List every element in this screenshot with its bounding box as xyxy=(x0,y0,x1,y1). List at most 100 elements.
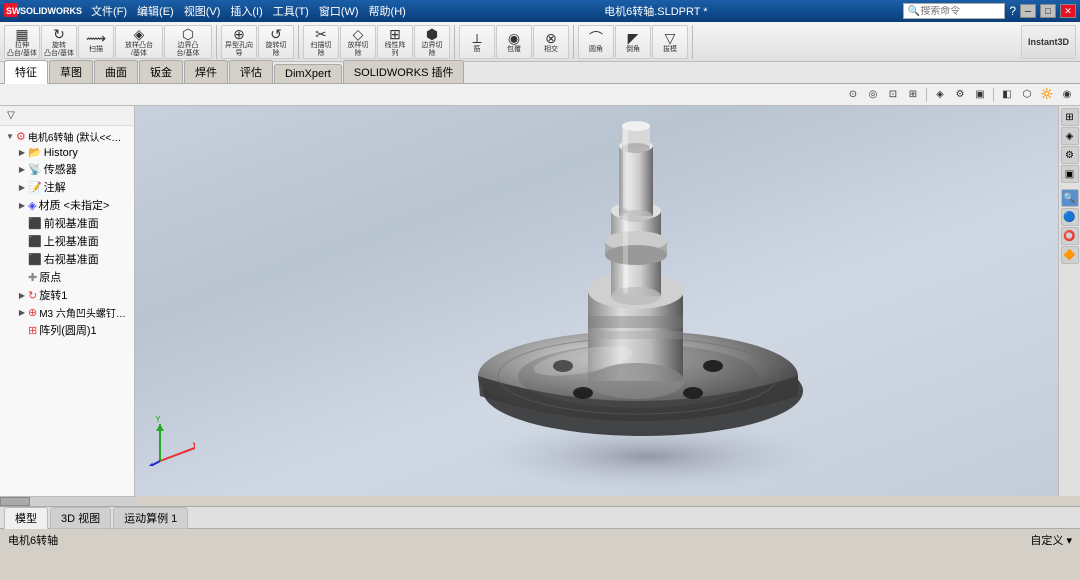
wrap-button[interactable]: ◉ 包覆 xyxy=(496,25,532,59)
btab-3dview[interactable]: 3D 视图 xyxy=(50,507,111,529)
loft-boss-button[interactable]: ◈ 放样凸台 /基体 xyxy=(115,25,163,59)
tree-filter-icon[interactable]: ▽ xyxy=(2,108,20,124)
fillet-button[interactable]: ⌒ 圆角 xyxy=(578,25,614,59)
tree-hole-item[interactable]: ▶ ⊕ M3 六角凹头螺钉的柱形孔... xyxy=(12,304,134,321)
tree-history-item[interactable]: ▶ 📂 History xyxy=(12,145,134,160)
bottom-tabs: 模型 3D 视图 运动算例 1 xyxy=(0,506,1080,528)
menu-edit[interactable]: 编辑(E) xyxy=(134,3,177,19)
view-btn-8[interactable]: ◧ xyxy=(998,86,1016,104)
tree-revolve1-item[interactable]: ▶ ↻ 旋转1 xyxy=(12,286,134,304)
tree-root-item[interactable]: ▼ ⚙ 电机6转轴 (默认<<默认>显示状态-1>) xyxy=(0,128,134,145)
sweep-button[interactable]: ⟿ 扫描 xyxy=(78,25,114,59)
tab-weldment[interactable]: 焊件 xyxy=(184,60,228,83)
tree-front-plane-item[interactable]: ⬛ 前视基准面 xyxy=(12,214,134,232)
tab-dimxpert[interactable]: DimXpert xyxy=(274,64,342,83)
intersect-button[interactable]: ⊗ 相交 xyxy=(533,25,569,59)
intersect-icon: ⊗ xyxy=(545,31,557,45)
menu-file[interactable]: 文件(F) xyxy=(88,3,130,19)
rt-btn-5[interactable]: 🔍 xyxy=(1061,189,1079,207)
extrude-boss-button[interactable]: ▦ 拉伸 凸台/基体 xyxy=(4,25,40,59)
rt-btn-7[interactable]: ⭕ xyxy=(1061,227,1079,245)
status-left: 电机6转轴 xyxy=(8,532,58,548)
scrollbar-thumb[interactable] xyxy=(0,497,30,506)
horizontal-scrollbar[interactable] xyxy=(0,496,135,506)
view-btn-7[interactable]: ▣ xyxy=(971,86,989,104)
top-plane-expander xyxy=(16,235,28,247)
draft-button[interactable]: ▽ 拔模 xyxy=(652,25,688,59)
rib-button[interactable]: ⟂ 筋 xyxy=(459,25,495,59)
material-expander: ▶ xyxy=(16,199,28,211)
instant3d-button[interactable]: Instant3D xyxy=(1021,25,1076,59)
rt-btn-8[interactable]: 🔶 xyxy=(1061,246,1079,264)
chamfer-button[interactable]: ◤ 倒角 xyxy=(615,25,651,59)
origin-expander xyxy=(16,271,28,283)
tree-right-plane-item[interactable]: ⬛ 右视基准面 xyxy=(12,250,134,268)
coordinate-axes: X Y Z xyxy=(145,416,195,466)
menu-window[interactable]: 窗口(W) xyxy=(316,3,362,19)
svg-text:SW: SW xyxy=(6,6,21,16)
hole-wizard-button[interactable]: ⊕ 异型孔向 导 xyxy=(221,25,257,59)
rt-btn-3[interactable]: ⚙ xyxy=(1061,146,1079,164)
tree-annotation-item[interactable]: ▶ 📝 注解 xyxy=(12,178,134,196)
3d-viewport[interactable]: X Y Z xyxy=(135,106,1058,496)
wrap-icon: ◉ xyxy=(508,31,520,45)
tab-features[interactable]: 特征 xyxy=(4,60,48,84)
view-btn-3[interactable]: ⊡ xyxy=(884,86,902,104)
tree-toolbar: ▽ xyxy=(0,106,134,126)
btab-model[interactable]: 模型 xyxy=(4,507,48,529)
maximize-button[interactable]: □ xyxy=(1040,4,1056,18)
root-icon: ⚙ xyxy=(16,130,26,143)
minimize-button[interactable]: ─ xyxy=(1020,4,1036,18)
rt-btn-2[interactable]: ◈ xyxy=(1061,127,1079,145)
tab-evaluate[interactable]: 评估 xyxy=(229,60,273,83)
view-sep-2 xyxy=(993,88,994,102)
revolve-cut-button[interactable]: ↺ 旋转切 除 xyxy=(258,25,294,59)
tab-sheet-metal[interactable]: 钣金 xyxy=(139,60,183,83)
tab-sketch[interactable]: 草图 xyxy=(49,60,93,83)
annotation-icon: 📝 xyxy=(28,181,42,194)
help-icon[interactable]: ? xyxy=(1009,4,1016,18)
boundary-boss-button[interactable]: ⬡ 边界凸 台/基体 xyxy=(164,25,212,59)
right-toolbar: ⊞ ◈ ⚙ ▣ 🔍 🔵 ⭕ 🔶 xyxy=(1058,106,1080,496)
status-right: 自定义 ▾ xyxy=(1030,532,1072,548)
tab-surface[interactable]: 曲面 xyxy=(94,60,138,83)
sweep-cut-button[interactable]: ✂ 扫描切 除 xyxy=(303,25,339,59)
tree-material-item[interactable]: ▶ ◈ 材质 <未指定> xyxy=(12,196,134,214)
tree-pattern-item[interactable]: ⊞ 阵列(圆周)1 xyxy=(12,321,134,339)
menu-view[interactable]: 视图(V) xyxy=(181,3,224,19)
rt-btn-6[interactable]: 🔵 xyxy=(1061,208,1079,226)
menu-help[interactable]: 帮助(H) xyxy=(366,3,409,19)
view-btn-5[interactable]: ◈ xyxy=(931,86,949,104)
hole-wizard-icon: ⊕ xyxy=(233,27,245,41)
view-btn-1[interactable]: ⊙ xyxy=(844,86,862,104)
tab-solidworks-addins[interactable]: SOLIDWORKS 插件 xyxy=(343,60,465,83)
rt-btn-4[interactable]: ▣ xyxy=(1061,165,1079,183)
btab-motion[interactable]: 运动算例 1 xyxy=(113,507,188,529)
view-btn-11[interactable]: ◉ xyxy=(1058,86,1076,104)
view-btn-9[interactable]: ⬡ xyxy=(1018,86,1036,104)
sensor-label: 传感器 xyxy=(44,161,77,177)
fillet-icon: ⌒ xyxy=(589,31,603,45)
search-input[interactable] xyxy=(920,6,1000,17)
menu-tools[interactable]: 工具(T) xyxy=(270,3,312,19)
view-btn-10[interactable]: 🔆 xyxy=(1038,86,1056,104)
view-btn-6[interactable]: ⚙ xyxy=(951,86,969,104)
top-plane-icon: ⬛ xyxy=(28,235,42,248)
revolve-boss-button[interactable]: ↻ 旋转 凸台/基体 xyxy=(41,25,77,59)
3d-part-view xyxy=(383,106,903,496)
rt-btn-1[interactable]: ⊞ xyxy=(1061,108,1079,126)
status-customize[interactable]: 自定义 ▾ xyxy=(1030,532,1072,548)
close-button[interactable]: ✕ xyxy=(1060,4,1076,18)
tree-top-plane-item[interactable]: ⬛ 上视基准面 xyxy=(12,232,134,250)
boundary-cut-button[interactable]: ⬢ 边界切 除 xyxy=(414,25,450,59)
hole-label: M3 六角凹头螺钉的柱形孔... xyxy=(39,305,130,320)
tree-sensor-item[interactable]: ▶ 📡 传感器 xyxy=(12,160,134,178)
tree-origin-item[interactable]: ✚ 原点 xyxy=(12,268,134,286)
view-btn-4[interactable]: ⊞ xyxy=(904,86,922,104)
annotation-label: 注解 xyxy=(44,179,66,195)
放样切除-button[interactable]: ◇ 放样切 除 xyxy=(340,25,376,59)
view-btn-2[interactable]: ◎ xyxy=(864,86,882,104)
pattern-label: 阵列(圆周)1 xyxy=(39,322,96,338)
linear-pattern-button[interactable]: ⊞ 线性阵 列 xyxy=(377,25,413,59)
menu-insert[interactable]: 插入(I) xyxy=(227,3,265,19)
